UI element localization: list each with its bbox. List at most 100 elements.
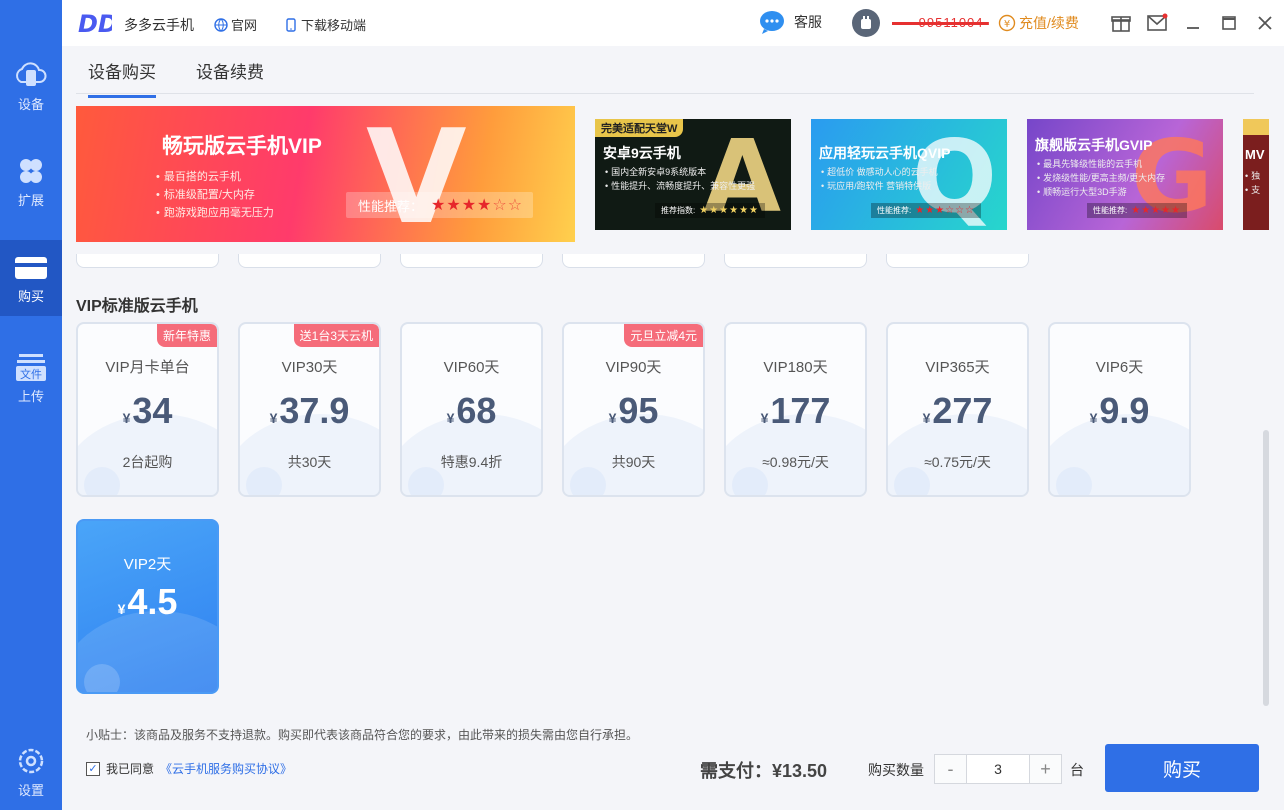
banner-title: 旗舰版云手机GVIP (1035, 137, 1153, 153)
product-card[interactable]: VIP6天 ¥9.9 (1048, 322, 1191, 497)
product-name: VIP180天 (763, 359, 828, 376)
sidebar-item-upload[interactable]: 文件 上传 (0, 340, 62, 416)
sidebar-item-settings[interactable]: 设置 (0, 734, 62, 810)
gift-icon[interactable] (1110, 12, 1132, 34)
cloud-phone-icon (16, 62, 47, 86)
sidebar-item-label: 设置 (17, 783, 44, 798)
product-name: VIP90天 (605, 359, 662, 376)
banner-feature: 标准级配置/大内存 (156, 186, 274, 204)
banner-feature: 超低价 做感动人心的云手机 (821, 165, 938, 179)
product-desc: 共90天 (611, 454, 656, 470)
quantity-unit: 台 (1070, 762, 1084, 778)
banner-features: 国内全新安卓9系统版本 性能提升、流畅度提升、兼容性更强 (605, 165, 755, 193)
customer-service-label: 客服 (794, 14, 822, 30)
banner-letter: V (366, 106, 467, 242)
app-logo: DD (78, 10, 112, 36)
decor-bubble (84, 664, 120, 692)
banner-gvip[interactable]: G 旗舰版云手机GVIP 最具先锋级性能的云手机 发烧级性能/更高主频/更大内存… (1027, 119, 1223, 230)
product-card[interactable]: 新年特惠 VIP月卡单台 ¥34 2台起购 (76, 322, 219, 497)
download-mobile-link[interactable]: 下载移动端 (284, 15, 366, 34)
banner-mvip-partial[interactable]: MV 独 支 (1243, 119, 1269, 230)
tab-device-renewal[interactable]: 设备续费 (196, 58, 264, 95)
banner-feature: 支 (1245, 183, 1260, 197)
close-icon[interactable] (1254, 12, 1276, 34)
product-desc: 特惠9.4折 (440, 454, 503, 470)
banner-vip[interactable]: V 畅玩版云手机VIP 最百搭的云手机 标准级配置/大内存 跑游戏跑应用毫无压力… (76, 106, 575, 242)
card-partial (400, 254, 543, 268)
product-card[interactable]: VIP60天 ¥68 特惠9.4折 (400, 322, 543, 497)
product-desc: 2台起购 (122, 454, 173, 470)
recharge-link[interactable]: ¥ 充值/续费 (998, 13, 1079, 33)
agree-prefix: 我已同意 (106, 762, 155, 776)
banner-rating: 性能推荐: ★★★★★ (1087, 203, 1188, 218)
banner-feature: 国内全新安卓9系统版本 (605, 165, 755, 179)
sidebar: 设备 扩展 购买 文件 上传 设置 (0, 0, 62, 810)
product-price: ¥34 (122, 390, 173, 431)
product-card[interactable]: VIP365天 ¥277 ≈0.75元/天 (886, 322, 1029, 497)
promo-badge: 新年特惠 (156, 324, 217, 347)
card-partial (562, 254, 705, 268)
user-icon (861, 16, 871, 29)
gear-icon (18, 748, 44, 774)
banner-feature: 最百搭的云手机 (156, 168, 274, 186)
svg-text:DD: DD (78, 10, 112, 36)
agree-checkbox[interactable]: ✓ (86, 761, 100, 776)
banner-tag (1243, 119, 1269, 135)
banner-rating: 性能推荐： ★★★★☆☆ (346, 192, 534, 218)
svg-text:¥: ¥ (1004, 19, 1010, 30)
chat-bubble-icon (760, 11, 784, 34)
banner-features: 最具先锋级性能的云手机 发烧级性能/更高主频/更大内存 顺畅运行大型3D手游 (1037, 157, 1165, 199)
banner-qvip[interactable]: Q 应用轻玩云手机QVIP 超低价 做感动人心的云手机 玩应用/跑软件 营销特供… (811, 119, 1007, 230)
banner-rating: 推荐指数: ★★★★★★ (655, 203, 766, 218)
banner-title: 安卓9云手机 (603, 145, 681, 161)
banner-feature: 玩应用/跑软件 营销特供版 (821, 179, 938, 193)
banner-feature: 性能提升、流畅度提升、兼容性更强 (605, 179, 755, 193)
product-card[interactable]: 元旦立减4元 VIP90天 ¥95 共90天 (562, 322, 705, 497)
sidebar-item-label: 购买 (17, 289, 44, 304)
banner-tag: 完美适配天堂W (595, 119, 684, 137)
banner-rating: 性能推荐: ★★★☆☆☆ (871, 203, 982, 218)
star-rating-icon: ★★★★★★ (699, 205, 760, 216)
total-payment: 需支付：¥13.50 (700, 761, 828, 781)
product-desc: ≈0.75元/天 (924, 454, 991, 470)
customer-service-button[interactable]: 客服 (758, 9, 822, 35)
globe-icon (214, 17, 228, 32)
avatar[interactable] (852, 9, 880, 37)
star-rating-icon: ★★★☆☆☆ (915, 205, 976, 216)
sidebar-item-purchase[interactable]: 购买 (0, 240, 62, 316)
tab-device-purchase[interactable]: 设备购买 (88, 58, 156, 98)
banner-features: 独 支 (1245, 169, 1260, 197)
product-name: VIP365天 (925, 359, 990, 376)
recharge-label: 充值/续费 (1019, 15, 1079, 31)
sidebar-item-devices[interactable]: 设备 (0, 48, 62, 124)
banner-android9[interactable]: 完美适配天堂W A 安卓9云手机 国内全新安卓9系统版本 性能提升、流畅度提升、… (595, 119, 791, 230)
official-site-link[interactable]: 官网 (214, 15, 257, 34)
download-mobile-label: 下载移动端 (301, 18, 367, 33)
scrollbar[interactable] (1263, 430, 1269, 706)
product-card-selected[interactable]: VIP2天 ¥4.5 (76, 519, 219, 694)
promo-badge: 送1台3天云机 (293, 324, 379, 347)
maximize-icon[interactable] (1218, 12, 1240, 34)
product-card[interactable]: VIP180天 ¥177 ≈0.98元/天 (724, 322, 867, 497)
product-card[interactable]: 送1台3天云机 VIP30天 ¥37.9 共30天 (238, 322, 381, 497)
quantity-input[interactable] (966, 755, 1030, 783)
product-price: ¥177 (760, 390, 831, 431)
minimize-icon[interactable] (1182, 12, 1204, 34)
product-name: VIP60天 (443, 359, 500, 376)
mail-icon[interactable] (1146, 12, 1168, 34)
buy-button[interactable]: 购买 (1105, 744, 1259, 792)
yen-coin-icon: ¥ (998, 14, 1016, 32)
product-price: ¥9.9 (1089, 390, 1150, 431)
user-name: -----99511004- (892, 15, 989, 30)
promo-badge: 元旦立减4元 (624, 324, 703, 347)
sidebar-item-extensions[interactable]: 扩展 (0, 144, 62, 220)
rating-label: 性能推荐: (1093, 206, 1128, 215)
increase-button[interactable]: + (1030, 755, 1061, 783)
product-price: ¥37.9 (269, 390, 350, 431)
agreement-link[interactable]: 《云手机服务购买协议》 (160, 760, 292, 777)
product-desc: 共30天 (287, 454, 332, 470)
official-site-label: 官网 (231, 18, 258, 33)
product-price: ¥277 (922, 390, 993, 431)
card-partial (76, 254, 219, 268)
decrease-button[interactable]: - (935, 755, 966, 783)
